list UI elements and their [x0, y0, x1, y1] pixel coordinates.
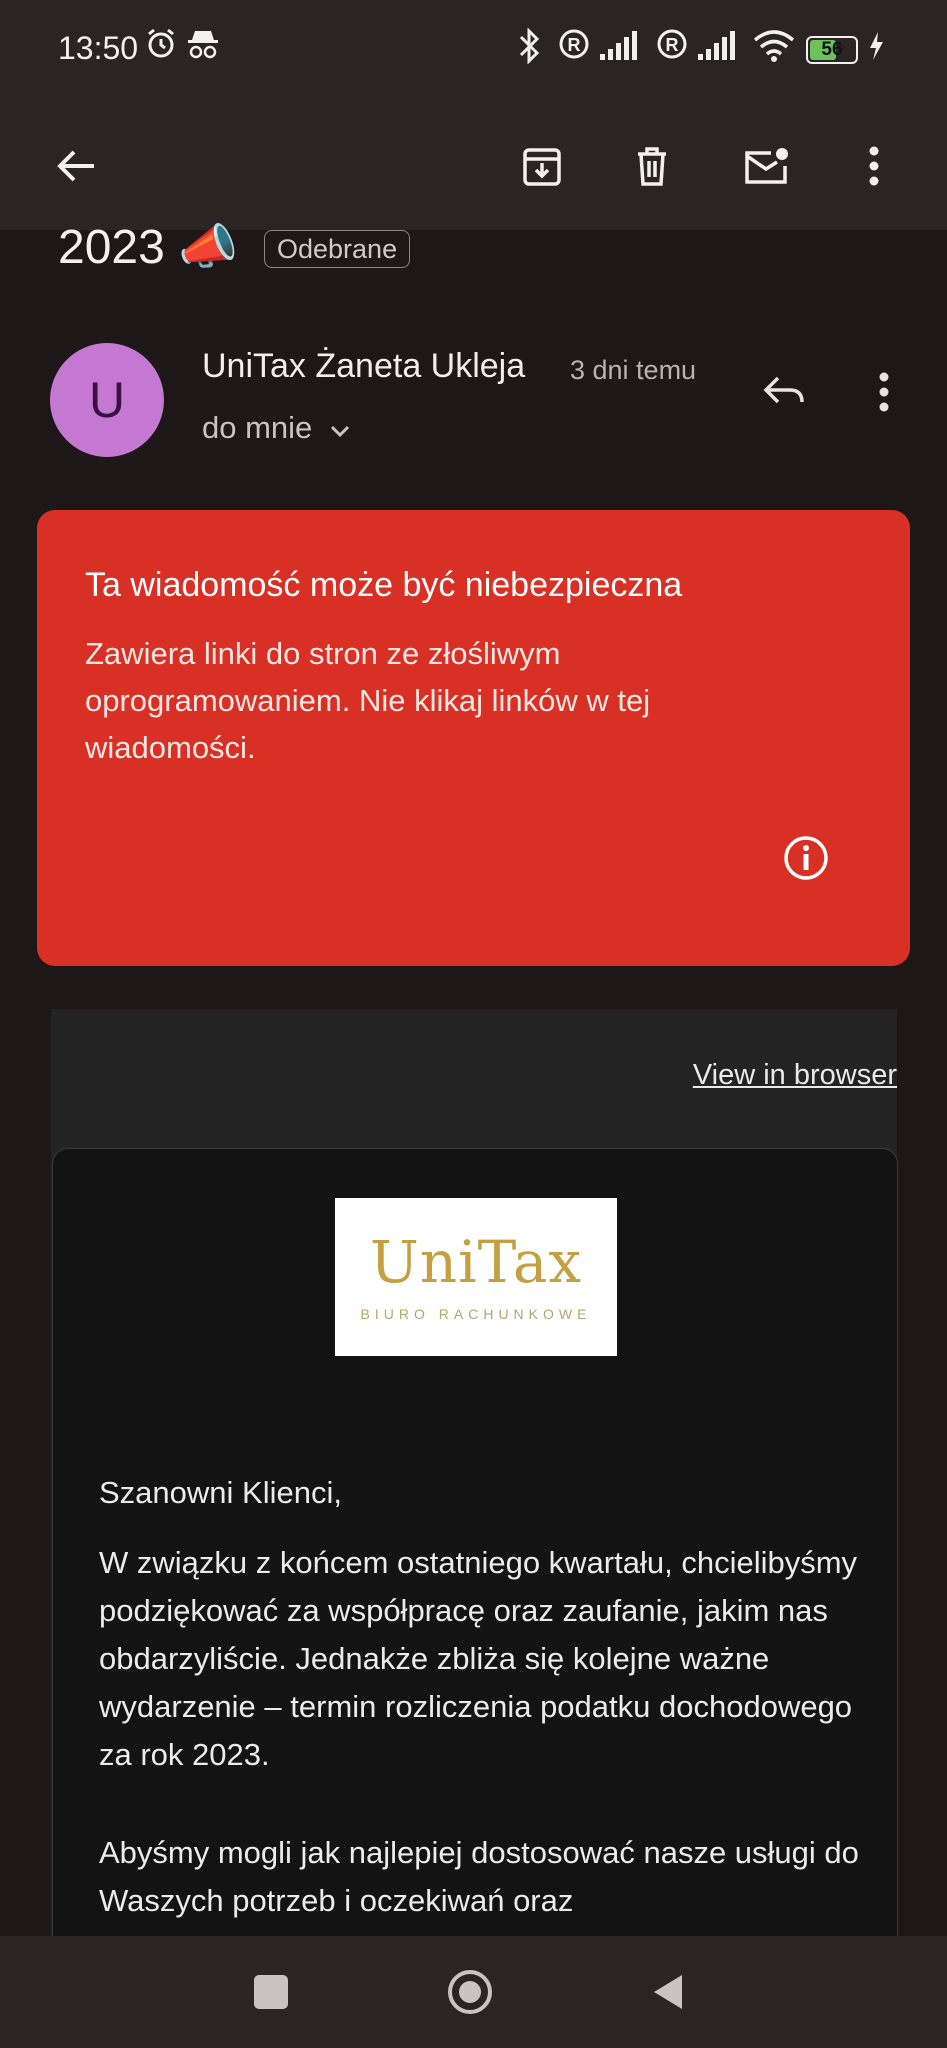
roaming-icon: R	[657, 29, 687, 59]
archive-button[interactable]	[502, 126, 582, 206]
svg-text:R: R	[666, 35, 679, 55]
email-subject: 2023 📣	[58, 221, 238, 274]
recipient-details-toggle[interactable]: do mnie	[202, 410, 351, 446]
message-more-button[interactable]	[862, 360, 906, 424]
more-vert-icon	[879, 372, 889, 412]
signal-icon	[600, 31, 637, 60]
archive-icon	[523, 148, 561, 186]
unitax-logo: UniTax BIURO RACHUNKOWE	[335, 1198, 617, 1356]
logo-subtext: BIURO RACHUNKOWE	[360, 1306, 592, 1322]
back-button[interactable]	[36, 126, 116, 206]
battery-level: 56	[821, 39, 843, 60]
greeting: Szanowni Klienci,	[99, 1475, 342, 1510]
sent-time: 3 dni temu	[570, 355, 697, 385]
email-content-card: UniTax BIURO RACHUNKOWE Szanowni Klienci…	[52, 1148, 898, 1980]
svg-text:R: R	[568, 35, 581, 55]
top-app-bar	[0, 100, 947, 230]
roaming-icon: R	[559, 29, 589, 59]
info-icon[interactable]	[782, 834, 830, 882]
sender-avatar[interactable]: U	[50, 343, 164, 457]
sender-name: UniTax Żaneta Ukleja	[202, 347, 526, 385]
recents-button[interactable]	[254, 1975, 288, 2009]
more-vert-icon	[869, 146, 879, 186]
recipient-label: do mnie	[202, 410, 313, 445]
arrow-back-icon	[57, 150, 94, 182]
warning-title: Ta wiadomość może być niebezpieczna	[85, 566, 683, 604]
delete-button[interactable]	[612, 126, 692, 206]
alarm-icon	[148, 28, 174, 58]
chevron-down-icon	[330, 425, 349, 438]
home-button[interactable]	[446, 1968, 494, 2016]
more-options-button[interactable]	[834, 126, 914, 206]
wifi-icon	[753, 30, 795, 62]
paragraph-1: W związku z końcem ostatniego kwartału, …	[99, 1545, 858, 1772]
mark-unread-button[interactable]	[726, 126, 806, 206]
status-bar: 13:50 R R 56	[0, 0, 947, 100]
battery-icon: 56	[806, 36, 858, 64]
paragraph-2: Abyśmy mogli jak najlepiej dostosować na…	[99, 1835, 859, 1918]
status-time: 13:50	[58, 30, 139, 66]
back-nav-button[interactable]	[650, 1972, 686, 2012]
mark-unread-icon	[745, 148, 788, 184]
delete-icon	[638, 147, 666, 186]
email-body: View in browser UniTax BIURO RACHUNKOWE …	[51, 1009, 898, 1980]
system-navigation-bar	[0, 1936, 947, 2048]
dangerous-message-banner: Ta wiadomość może być niebezpieczna Zawi…	[37, 510, 910, 966]
reply-icon	[763, 376, 804, 404]
reply-button[interactable]	[744, 358, 824, 422]
subject-row: 2023 📣 Odebrane	[0, 221, 947, 274]
signal-icon	[698, 31, 735, 60]
warning-body: Zawiera linki do stron ze złośliwym opro…	[85, 636, 651, 765]
logo-text: UniTax	[369, 1228, 583, 1296]
view-in-browser-link[interactable]: View in browser	[693, 1059, 897, 1092]
bluetooth-icon	[519, 28, 540, 64]
inbox-label-chip[interactable]: Odebrane	[264, 230, 411, 268]
charging-icon	[870, 32, 883, 60]
incognito-icon	[188, 31, 218, 59]
